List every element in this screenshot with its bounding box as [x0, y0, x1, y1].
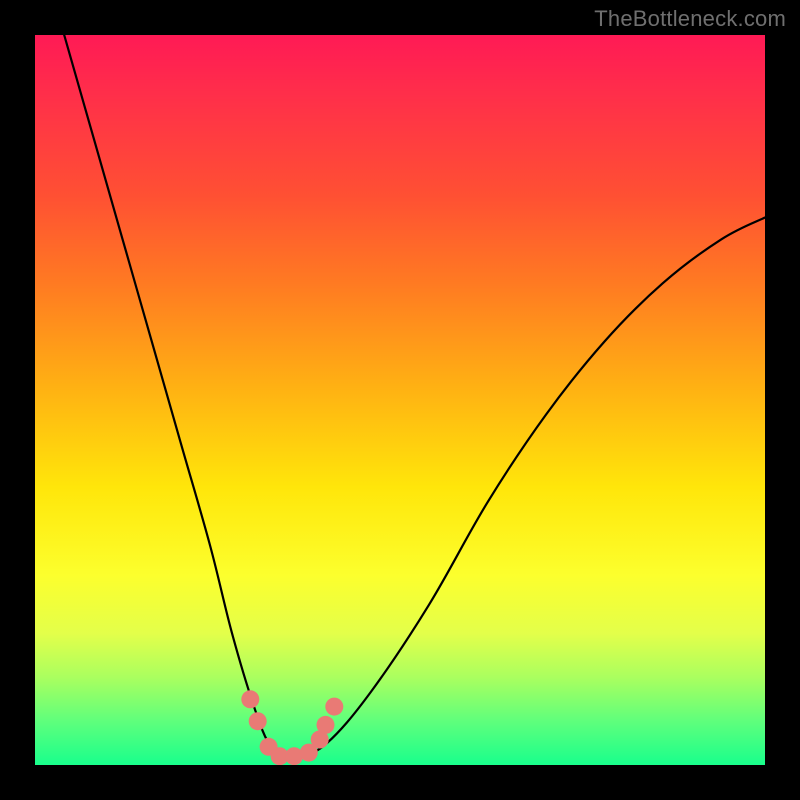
curve-layer — [64, 35, 765, 760]
marker-dot — [249, 712, 267, 730]
marker-dot — [325, 698, 343, 716]
chart-frame: TheBottleneck.com — [0, 0, 800, 800]
marker-dot — [241, 690, 259, 708]
chart-svg — [35, 35, 765, 765]
watermark-text: TheBottleneck.com — [594, 6, 786, 32]
marker-dot — [317, 716, 335, 734]
bottleneck-curve-path — [64, 35, 765, 760]
plot-area — [35, 35, 765, 765]
marker-layer — [241, 690, 343, 765]
